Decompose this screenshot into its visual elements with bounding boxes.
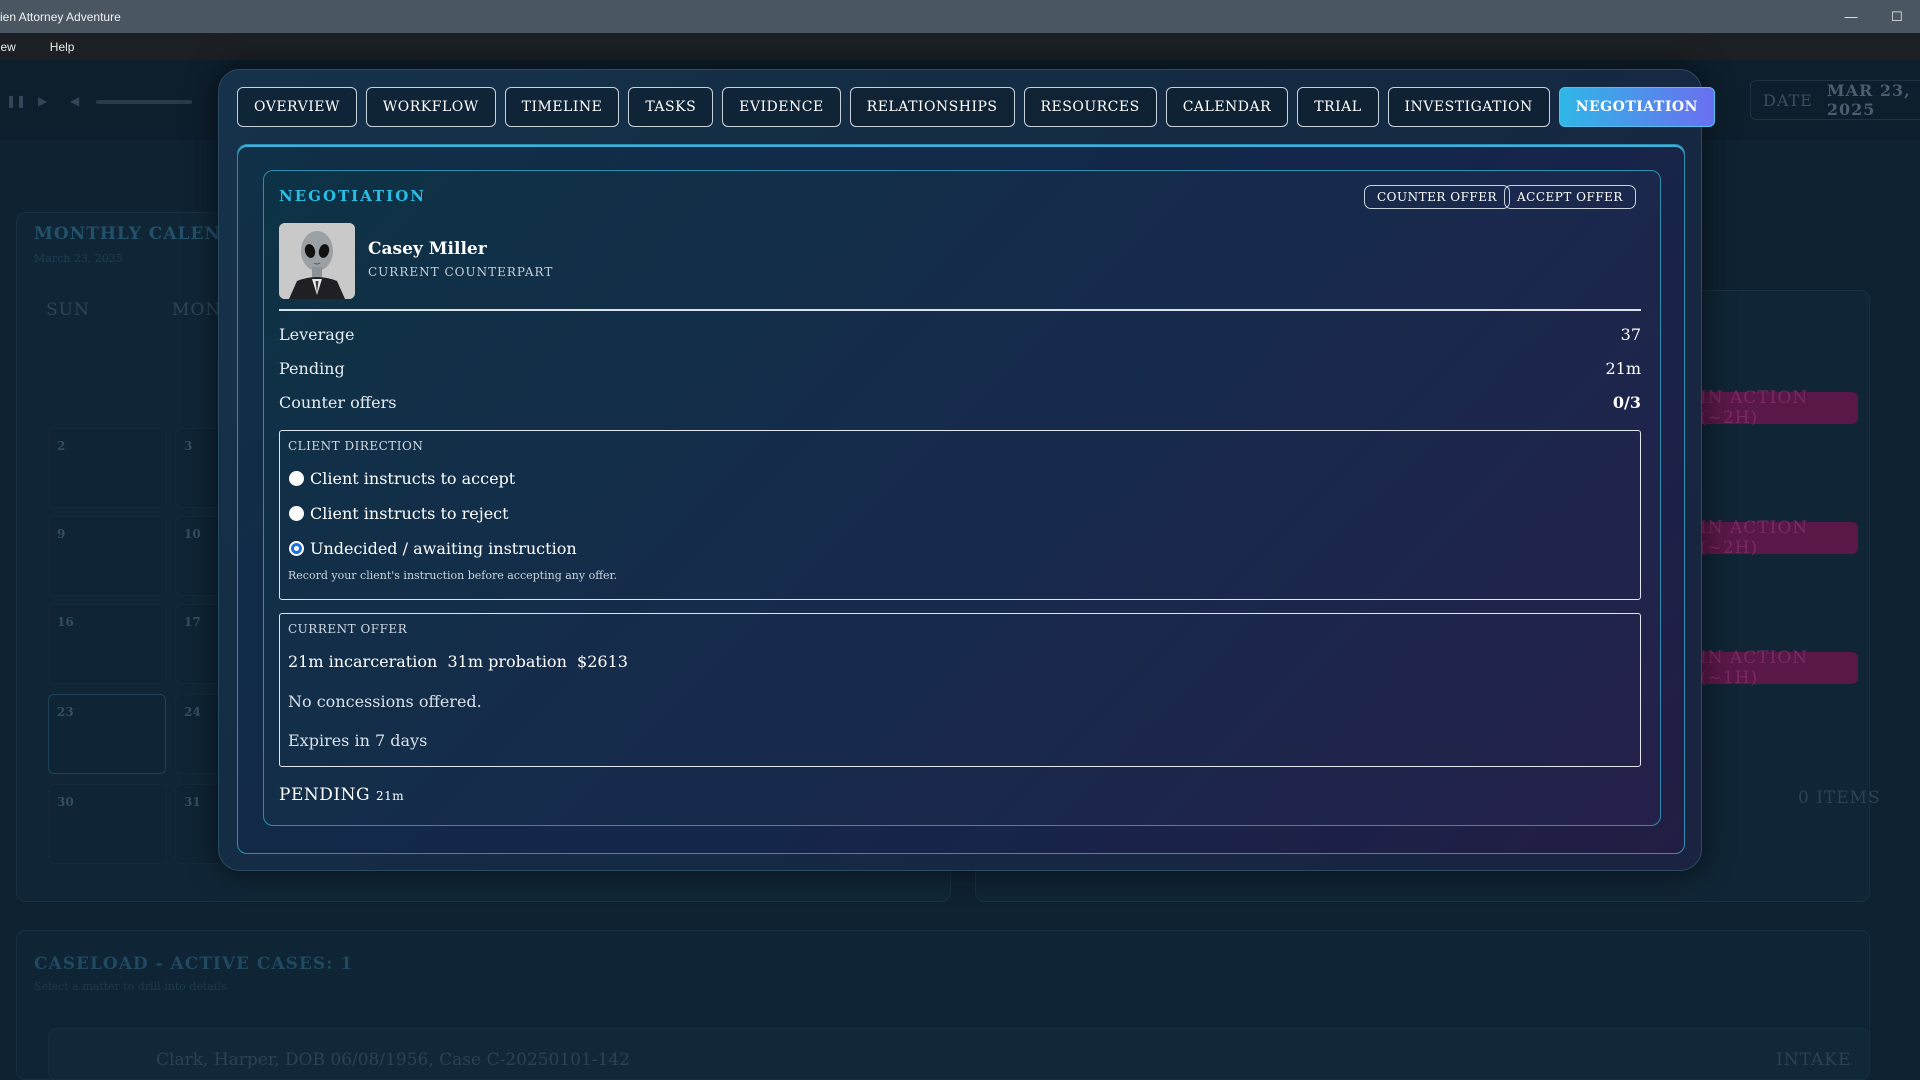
date-label: DATE [1763,90,1813,110]
tab-bar: OVERVIEW WORKFLOW TIMELINE TASKS EVIDENC… [237,87,1715,127]
radio-button-icon[interactable] [289,471,304,486]
tab-relationships[interactable]: RELATIONSHIPS [849,87,1015,127]
client-direction-box: CLIENT DIRECTION Client instructs to acc… [279,430,1641,600]
tab-trial[interactable]: TRIAL [1297,87,1379,127]
day-header-mon: MON [172,300,222,320]
pending-label: PENDING [279,785,371,805]
client-direction-label: CLIENT DIRECTION [288,439,424,453]
avatar [279,223,355,299]
calendar-cell[interactable]: 9 [48,516,166,596]
caseload-title: CASELOAD - ACTIVE CASES: 1 [34,954,354,974]
calendar-cell-today[interactable]: 23 [48,694,166,774]
speed-slider[interactable] [96,100,192,104]
radio-label: Undecided / awaiting instruction [310,539,577,558]
alien-portrait-icon [279,223,355,299]
play-icon: ▶ [38,94,48,108]
radio-reject[interactable]: Client instructs to reject [289,504,509,523]
current-offer-box: CURRENT OFFER 21m incarceration 31m prob… [279,613,1641,767]
date-value: MAR 23, 2025 [1826,81,1911,119]
counter-offer-button[interactable]: COUNTER OFFER [1364,185,1511,209]
pending-status: PENDING 21m [279,785,404,805]
tab-workflow[interactable]: WORKFLOW [365,87,496,127]
items-count: 0 ITEMS [1798,788,1881,808]
radio-undecided[interactable]: Undecided / awaiting instruction [289,539,577,558]
offer-terms: 21m incarceration 31m probation $2613 [288,652,628,671]
counterpart-name: Casey Miller [368,239,487,259]
date-display: DATE MAR 23, 2025 [1750,80,1920,120]
tab-negotiation[interactable]: NEGOTIATION [1558,87,1715,127]
case-detail-modal: OVERVIEW WORKFLOW TIMELINE TASKS EVIDENC… [218,69,1715,871]
tab-resources[interactable]: RESOURCES [1023,87,1157,127]
stat-label: Leverage [279,325,355,344]
stat-leverage: Leverage 37 [279,325,1641,344]
tab-calendar[interactable]: CALENDAR [1165,87,1289,127]
menu-help[interactable]: Help [26,40,85,54]
action-pill: IN ACTION (~1H) [1690,648,1858,688]
counterpart-role: CURRENT COUNTERPART [368,265,554,279]
calendar-cell[interactable]: 2 [48,428,166,508]
action-pill: IN ACTION (~2H) [1690,388,1858,428]
client-direction-hint: Record your client's instruction before … [288,569,618,582]
panel-title: NEGOTIATION [279,187,426,205]
offer-concessions: No concessions offered. [288,692,482,711]
case-row-label: Clark, Harper, DOB 06/08/1956, Case C-20… [156,1050,630,1070]
stat-value: 37 [1620,325,1641,344]
negotiation-panel: NEGOTIATION COUNTER OFFER ACCEPT OFFER C… [263,170,1661,826]
tab-timeline[interactable]: TIMELINE [504,87,620,127]
radio-button-icon[interactable] [289,506,304,521]
accept-offer-button[interactable]: ACCEPT OFFER [1504,185,1636,209]
calendar-cell[interactable]: 30 [48,784,166,864]
maximize-button[interactable]: ☐ [1874,0,1920,33]
stat-value: 0/3 [1612,393,1641,412]
tab-evidence[interactable]: EVIDENCE [722,87,841,127]
action-pill: IN ACTION (~2H) [1690,518,1858,558]
tab-content: NEGOTIATION COUNTER OFFER ACCEPT OFFER C… [237,144,1685,854]
radio-label: Client instructs to accept [310,469,516,488]
pause-icon: ❚❚ [6,94,27,108]
offer-expiry: Expires in 7 days [288,731,428,750]
stat-value: 21m [1605,359,1641,378]
radio-label: Client instructs to reject [310,504,509,523]
stat-pending: Pending 21m [279,359,1641,378]
current-offer-label: CURRENT OFFER [288,622,408,636]
stat-label: Counter offers [279,393,397,412]
calendar-subtitle: March 23, 2025 [34,252,123,265]
pending-value: 21m [375,789,405,803]
stat-label: Pending [279,359,345,378]
tab-overview[interactable]: OVERVIEW [237,87,357,127]
minimize-button[interactable]: — [1828,0,1874,33]
radio-accept[interactable]: Client instructs to accept [289,469,515,488]
radio-button-checked-icon[interactable] [289,541,304,556]
volume-icon: ◀ [70,94,80,108]
caseload-subtitle: Select a matter to drill into details [34,980,227,993]
stat-counter-offers: Counter offers 0/3 [279,393,1641,412]
tab-investigation[interactable]: INVESTIGATION [1387,87,1550,127]
menu-bar: View Help [0,33,1920,60]
window-title: ien Attorney Adventure [0,9,121,24]
window-titlebar: ien Attorney Adventure — ☐ [0,0,1920,33]
divider [279,309,1641,311]
tab-tasks[interactable]: TASKS [628,87,714,127]
menu-view[interactable]: View [0,40,26,54]
day-header-sun: SUN [46,300,90,320]
case-status: INTAKE [1776,1050,1852,1070]
calendar-cell[interactable]: 16 [48,604,166,684]
